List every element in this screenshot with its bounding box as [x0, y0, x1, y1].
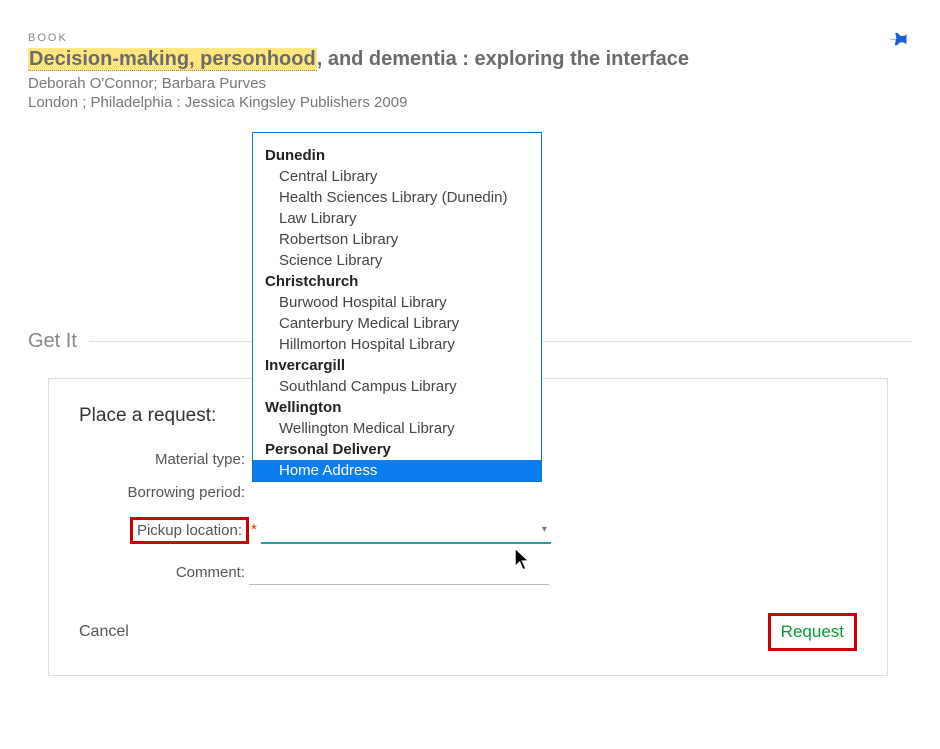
- row-comment: Comment:: [79, 560, 857, 585]
- form-actions: Cancel Request: [79, 613, 857, 651]
- row-borrowing-period: Borrowing period:: [79, 484, 857, 501]
- pickup-location-select[interactable]: ▾: [261, 518, 551, 544]
- item-type-label: BOOK: [28, 32, 912, 44]
- item-title-rest: , and dementia : exploring the interface: [317, 48, 689, 70]
- dropdown-group: Dunedin: [253, 145, 541, 166]
- section-get-it-label: Get It: [28, 330, 77, 353]
- dropdown-item[interactable]: Canterbury Medical Library: [253, 313, 541, 334]
- dropdown-group: Invercargill: [253, 355, 541, 376]
- item-title[interactable]: Decision-making, personhood, and dementi…: [28, 48, 912, 71]
- row-pickup-location: Pickup location: * ▾: [79, 517, 857, 544]
- item-imprint: London ; Philadelphia : Jessica Kingsley…: [28, 94, 912, 111]
- label-pickup-location: Pickup location:: [79, 517, 249, 544]
- dropdown-item[interactable]: Hillmorton Hospital Library: [253, 334, 541, 355]
- cancel-button[interactable]: Cancel: [79, 623, 129, 641]
- dropdown-item[interactable]: Home Address: [253, 460, 541, 481]
- dropdown-item[interactable]: Central Library: [253, 166, 541, 187]
- dropdown-item[interactable]: Wellington Medical Library: [253, 418, 541, 439]
- label-borrowing-period: Borrowing period:: [79, 484, 249, 501]
- item-authors: Deborah O'Connor; Barbara Purves: [28, 75, 912, 92]
- dropdown-group: Personal Delivery: [253, 439, 541, 460]
- label-pickup-location-text: Pickup location:: [130, 517, 249, 544]
- required-asterisk: *: [251, 521, 257, 538]
- dropdown-group: Christchurch: [253, 271, 541, 292]
- dropdown-item[interactable]: Science Library: [253, 250, 541, 271]
- dropdown-item[interactable]: Law Library: [253, 208, 541, 229]
- dropdown-item[interactable]: Health Sciences Library (Dunedin): [253, 187, 541, 208]
- pin-icon[interactable]: [890, 30, 910, 50]
- dropdown-item[interactable]: Southland Campus Library: [253, 376, 541, 397]
- request-button[interactable]: Request: [781, 622, 844, 642]
- label-comment: Comment:: [79, 564, 249, 581]
- dropdown-item[interactable]: Burwood Hospital Library: [253, 292, 541, 313]
- item-title-highlighted: Decision-making, personhood: [28, 48, 317, 71]
- pickup-location-dropdown[interactable]: DunedinCentral LibraryHealth Sciences Li…: [252, 132, 542, 482]
- request-button-highlight: Request: [768, 613, 857, 651]
- dropdown-item[interactable]: Robertson Library: [253, 229, 541, 250]
- chevron-down-icon: ▾: [542, 524, 547, 535]
- comment-input[interactable]: [249, 560, 549, 585]
- dropdown-group: Wellington: [253, 397, 541, 418]
- label-material-type: Material type:: [79, 451, 249, 468]
